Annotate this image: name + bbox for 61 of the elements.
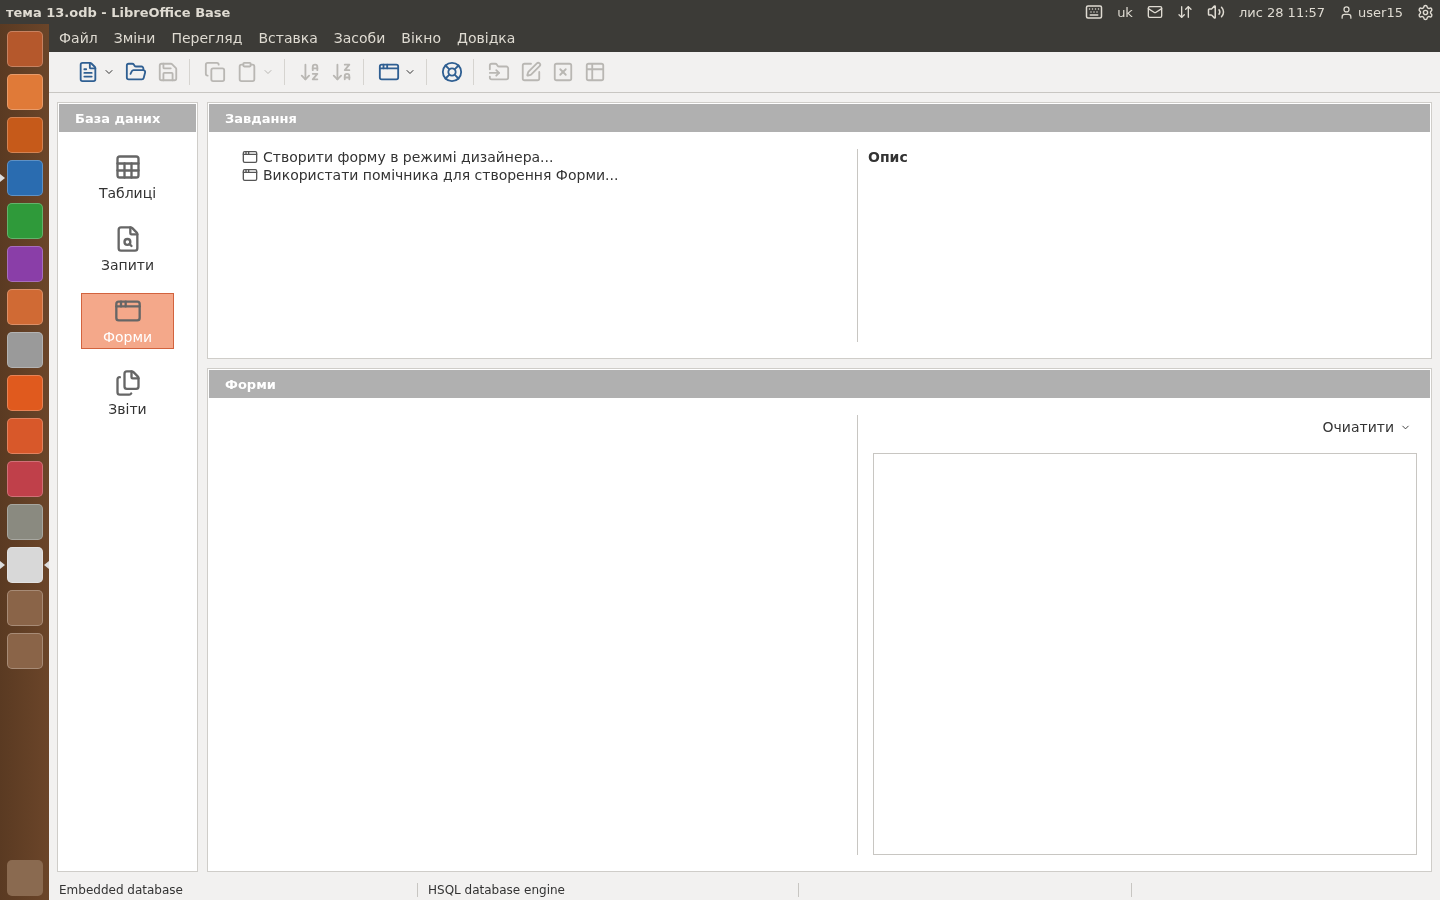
toolbar-button[interactable] [439, 59, 465, 85]
app-launcher-icon[interactable] [6, 203, 43, 239]
user-name[interactable]: user15 [1358, 4, 1403, 20]
documents-icon [113, 369, 142, 397]
folder-icon [125, 61, 147, 83]
panel-header: Форми [209, 370, 1430, 398]
window-icon [378, 61, 400, 83]
menu-item[interactable]: Перегляд [163, 30, 251, 46]
table-icon [113, 153, 142, 181]
network-icon[interactable] [1176, 4, 1193, 20]
keyboard-layout[interactable]: uk [1117, 4, 1133, 20]
sidebar-item[interactable]: Запити [81, 221, 174, 277]
menu-item[interactable]: Засоби [325, 30, 394, 46]
user-icon[interactable] [1339, 4, 1355, 20]
new-document-icon [77, 61, 99, 83]
description-title: Опис [868, 149, 908, 165]
task-link[interactable]: Використати помічника для створення Форми... [242, 167, 857, 183]
mail-icon[interactable] [1146, 4, 1163, 20]
delete-icon [552, 61, 574, 83]
form-icon [242, 167, 258, 183]
status-text: Embedded database [59, 883, 183, 897]
pen-icon [520, 61, 542, 83]
sidebar-item[interactable]: Звіти [81, 365, 174, 421]
menu-item[interactable]: Зміни [105, 30, 164, 46]
panel-header: Завдання [209, 104, 1430, 132]
focus-indicator-icon [44, 561, 49, 569]
app-launcher-icon[interactable] [6, 547, 43, 583]
app-launcher-icon[interactable] [6, 117, 43, 153]
menu-item[interactable]: Вікно [393, 30, 449, 46]
window-title: тема 13.odb - LibreOffice Base [6, 4, 232, 20]
lifebuoy-icon [441, 61, 463, 83]
clipboard-icon [236, 61, 258, 83]
app-launcher-icon[interactable] [6, 375, 43, 411]
preview-dropdown[interactable]: Очиатити [1316, 415, 1417, 439]
app-launcher-icon[interactable] [6, 289, 43, 325]
status-text: HSQL database engine [428, 883, 565, 897]
settings-icon[interactable] [1417, 3, 1434, 21]
sort-descending-icon [331, 61, 353, 83]
sidebar-item[interactable]: Таблиці [81, 149, 174, 205]
keyboard-icon[interactable] [1085, 3, 1104, 21]
menu-item[interactable]: Вставка [250, 30, 326, 46]
app-launcher-icon[interactable] [6, 418, 43, 454]
copy-icon [204, 61, 226, 83]
task-link[interactable]: Створити форму в режимі дизайнера... [242, 149, 857, 165]
volume-icon[interactable] [1206, 3, 1225, 21]
menu-item[interactable]: Файл [51, 30, 106, 46]
app-launcher-icon[interactable] [6, 633, 43, 669]
app-launcher-icon[interactable] [6, 74, 43, 110]
form-icon [242, 149, 258, 165]
app-launcher-icon[interactable] [6, 590, 43, 626]
clock[interactable]: лис 28 11:57 [1238, 4, 1326, 20]
sort-ascending-icon [299, 61, 321, 83]
app-launcher-icon[interactable] [6, 504, 43, 540]
folder-icon [488, 61, 510, 83]
app-launcher-icon[interactable] [6, 31, 43, 67]
panel-header: База даних [59, 104, 196, 132]
menu-item[interactable]: Довідка [449, 30, 524, 46]
trash-icon[interactable] [6, 860, 43, 896]
save-icon [157, 61, 179, 83]
app-launcher-icon[interactable] [6, 332, 43, 368]
table-icon [584, 61, 606, 83]
